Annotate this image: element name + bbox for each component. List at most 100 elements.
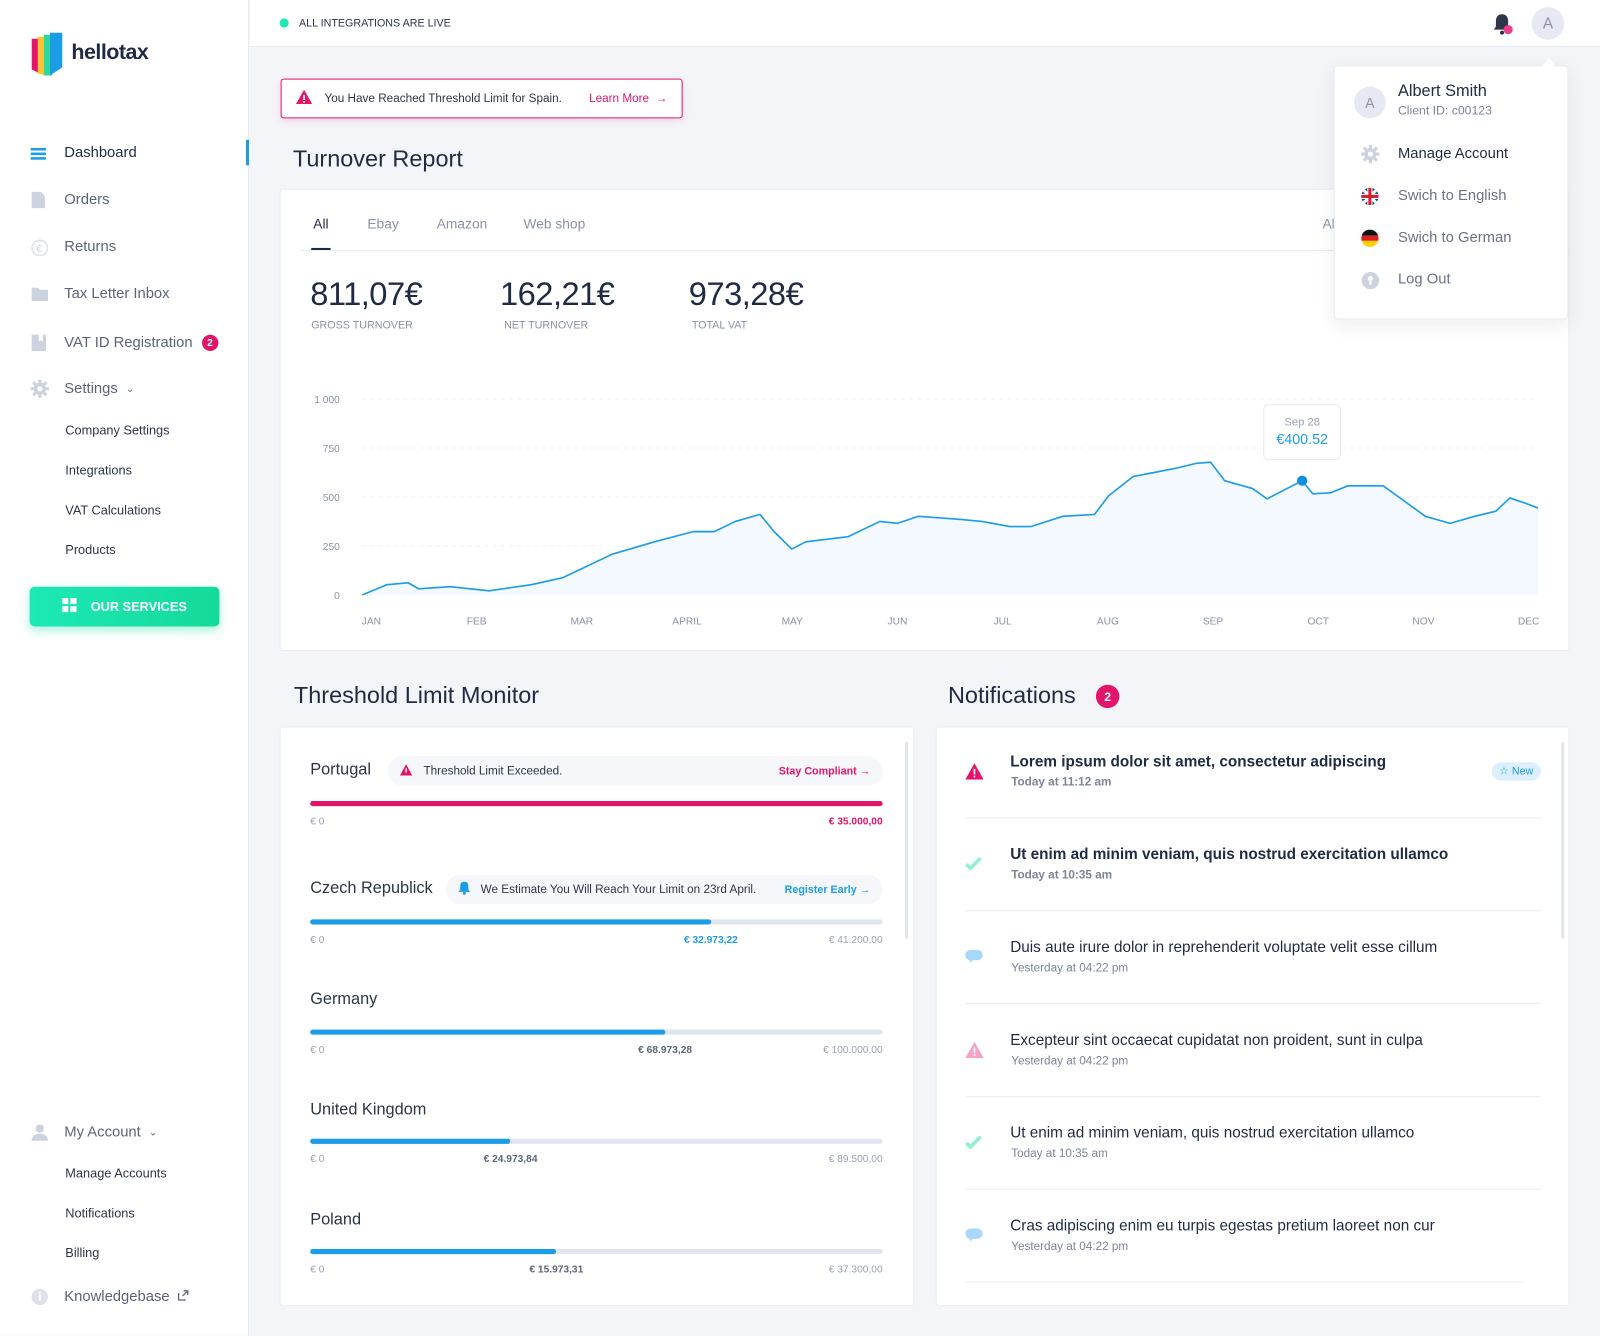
- threshold-progress: [310, 1138, 883, 1144]
- total-vat-label: TOTAL VAT: [691, 319, 748, 332]
- warning-icon: [295, 89, 313, 107]
- threshold-progress: [310, 801, 883, 807]
- notifications-title: Notifications: [947, 681, 1076, 709]
- y-tick-label: 1 000: [314, 395, 340, 406]
- switch-english-item[interactable]: Swich to English: [1398, 188, 1507, 204]
- notification-divider: [965, 1003, 1541, 1005]
- notification-title: Lorem ipsum dolor sit amet, consectetur …: [1010, 753, 1387, 771]
- net-turnover-value: 162,21€: [499, 275, 615, 313]
- user-name: Albert Smith: [1397, 82, 1487, 100]
- sidebar-sub-notifications[interactable]: Notifications: [65, 1206, 134, 1220]
- warning-icon: [965, 763, 984, 784]
- notification-time: Today at 10:35 am: [1011, 1147, 1108, 1161]
- notification-divider: [965, 910, 1541, 912]
- threshold-alert-banner: You Have Reached Threshold Limit for Spa…: [280, 78, 683, 119]
- x-tick-label: FEB: [467, 616, 487, 627]
- sidebar-sub-manage-accounts[interactable]: Manage Accounts: [65, 1166, 166, 1180]
- highlighted-point: [1297, 475, 1308, 486]
- sidebar-item-knowledgebase[interactable]: Knowledgebase: [31, 1285, 189, 1309]
- info-icon: [31, 1288, 49, 1306]
- sidebar-sub-products[interactable]: Products: [65, 543, 115, 557]
- gross-turnover-value: 811,07€: [310, 275, 423, 313]
- tooltip-value: €400.52: [1276, 430, 1328, 447]
- range-current: € 32.973,22: [683, 934, 738, 946]
- x-tick-label: MAY: [782, 616, 804, 627]
- sidebar-sub-billing[interactable]: Billing: [65, 1246, 99, 1260]
- notifications-scrollbar[interactable]: [1561, 741, 1565, 939]
- german-flag-icon: [1361, 229, 1379, 252]
- x-tick-label: APRIL: [672, 616, 702, 627]
- y-tick-label: 250: [323, 542, 340, 553]
- notification-time: Yesterday at 04:22 pm: [1011, 1055, 1129, 1068]
- range-start: € 0: [310, 816, 325, 828]
- notification-title: Ut enim ad minim veniam, quis nostrud ex…: [1010, 845, 1449, 864]
- notice-text: Threshold Limit Exceeded.: [423, 764, 563, 778]
- register-early-link[interactable]: Register Early →: [785, 883, 871, 895]
- threshold-scrollbar[interactable]: [905, 741, 909, 939]
- logout-icon: [1361, 271, 1380, 294]
- sidebar-sub-integrations[interactable]: Integrations: [65, 463, 132, 477]
- learn-more-link[interactable]: Learn More →: [589, 92, 667, 104]
- vat-badge: 2: [201, 334, 219, 352]
- new-badge-label: New: [1511, 765, 1534, 778]
- menu-icon: [30, 144, 49, 162]
- x-tick-label: NOV: [1412, 616, 1434, 627]
- sidebar-item-label: VAT ID Registration: [64, 334, 193, 352]
- country-name: Czech Republick: [310, 879, 433, 897]
- range-start: € 0: [310, 1154, 325, 1166]
- sidebar-item-orders[interactable]: Orders: [31, 188, 110, 212]
- y-tick-label: 500: [323, 493, 340, 504]
- our-services-button[interactable]: OUR SERVICES: [29, 586, 220, 627]
- sidebar-item-label: Knowledgebase: [64, 1288, 170, 1306]
- tab-ebay[interactable]: Ebay: [367, 216, 398, 231]
- threshold-progress: [310, 1248, 883, 1255]
- bell-icon[interactable]: [1493, 13, 1513, 41]
- sidebar-item-dashboard[interactable]: Dashboard: [30, 141, 137, 165]
- sidebar-item-vat-id-registration[interactable]: VAT ID Registration 2: [31, 331, 219, 355]
- switch-german-item[interactable]: Swich to German: [1398, 230, 1511, 246]
- range-start: € 0: [310, 1044, 325, 1057]
- country-name: Germany: [310, 990, 378, 1009]
- chart-tooltip: Sep 28 €400.52: [1263, 404, 1341, 461]
- avatar-button[interactable]: A: [1531, 7, 1565, 40]
- integration-status: ALL INTEGRATIONS ARE LIVE: [298, 17, 451, 30]
- y-tick-label: 750: [323, 444, 340, 455]
- stay-compliant-link[interactable]: Stay Compliant →: [779, 765, 871, 777]
- x-tick-label: OCT: [1307, 616, 1329, 627]
- sidebar-item-my-account[interactable]: My Account ⌄: [31, 1120, 158, 1144]
- country-name: United Kingdom: [310, 1101, 427, 1119]
- chevron-down-icon: ⌄: [125, 383, 135, 395]
- tab-amazon[interactable]: Amazon: [437, 216, 488, 231]
- log-out-item[interactable]: Log Out: [1398, 271, 1451, 287]
- sidebar-item-label: Returns: [64, 238, 117, 256]
- notification-divider: [965, 1188, 1541, 1190]
- notification-title: Ut enim ad minim veniam, quis nostrud ex…: [1010, 1124, 1415, 1142]
- tab-web-shop[interactable]: Web shop: [523, 216, 585, 231]
- notification-title: Duis aute irure dolor in reprehenderit v…: [1010, 938, 1438, 957]
- range-limit: € 100.000,00: [823, 1044, 883, 1057]
- range-current: € 24.973,84: [483, 1154, 538, 1166]
- logo-icon: [31, 32, 65, 83]
- sidebar-item-settings[interactable]: Settings ⌄: [30, 377, 135, 401]
- check-icon: [965, 1135, 982, 1154]
- notification-divider: [965, 817, 1541, 819]
- x-tick-label: JUL: [994, 616, 1012, 627]
- sidebar-item-returns[interactable]: € Returns: [31, 235, 116, 259]
- tooltip-date: Sep 28: [1284, 416, 1320, 429]
- threshold-progress: [310, 919, 883, 925]
- active-indicator: [245, 139, 249, 166]
- y-tick-label: 0: [334, 591, 340, 602]
- range-start: € 0: [310, 1264, 325, 1276]
- sidebar-item-tax-letter-inbox[interactable]: Tax Letter Inbox: [31, 282, 170, 306]
- country-name: Portugal: [310, 761, 372, 779]
- tab-all[interactable]: All: [313, 216, 328, 231]
- user-icon: [31, 1123, 49, 1141]
- sidebar-sub-vat-calculations[interactable]: VAT Calculations: [65, 503, 161, 517]
- bell-icon: [458, 881, 471, 897]
- manage-account-item[interactable]: Manage Account: [1398, 146, 1508, 162]
- x-tick-label: DEC: [1518, 616, 1540, 627]
- range-limit: € 41.200,00: [828, 934, 883, 946]
- sidebar-item-label: Dashboard: [64, 144, 137, 162]
- x-tick-label: MAR: [571, 616, 594, 627]
- sidebar-sub-company-settings[interactable]: Company Settings: [65, 423, 169, 437]
